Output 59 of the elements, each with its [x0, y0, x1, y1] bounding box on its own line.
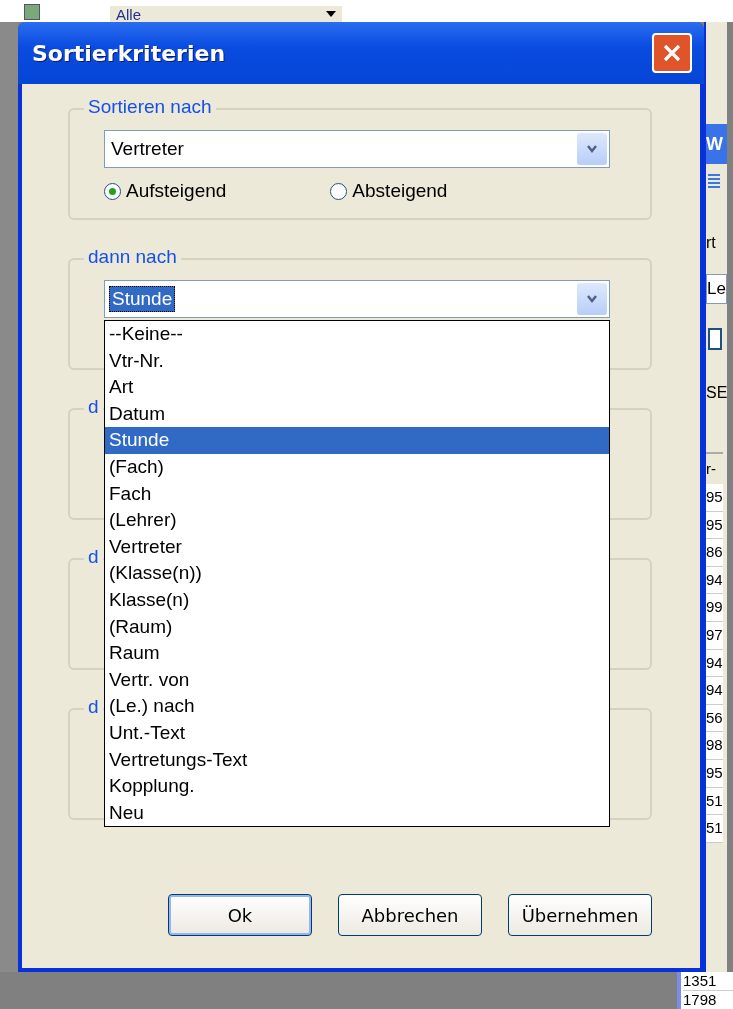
checkbox[interactable]: [708, 328, 722, 350]
close-icon: [661, 42, 683, 64]
radio-label[interactable]: Absteigend: [352, 180, 448, 202]
dropdown-option[interactable]: (Lehrer): [105, 507, 609, 534]
field-label: SE: [706, 384, 727, 402]
dropdown-value: Vertreter: [110, 137, 185, 161]
window-title-bar: W: [706, 124, 727, 164]
dropdown-option[interactable]: Unt.-Text: [105, 719, 609, 747]
table-cell: 51: [706, 815, 723, 843]
close-button[interactable]: [652, 33, 692, 73]
table-cell: 1351: [683, 972, 733, 991]
dropdown-option[interactable]: Fach: [105, 480, 609, 508]
dropdown-option[interactable]: Vertr. von: [105, 666, 609, 694]
dropdown-option[interactable]: Vtr-Nr.: [105, 347, 609, 375]
dropdown-option[interactable]: (Le.) nach: [105, 693, 609, 720]
window-title: Sortierkriterien: [32, 40, 226, 66]
field-label: rt: [706, 234, 716, 252]
table-cell: 95: [706, 484, 723, 512]
chevron-down-icon: [577, 133, 607, 165]
dropdown-option[interactable]: Klasse(n): [105, 586, 609, 614]
list-icon[interactable]: [708, 174, 720, 188]
dialog-button[interactable]: Abbrechen: [338, 894, 482, 936]
table-cell: 95: [706, 759, 723, 788]
sort-field-dropdown[interactable]: Stunde: [104, 280, 610, 318]
dropdown-option[interactable]: (Raum): [105, 613, 609, 641]
table-cell: 1798: [683, 991, 733, 1009]
table-cell: 86: [706, 539, 723, 567]
table-cell: 97: [706, 621, 723, 650]
radio-label[interactable]: Aufsteigend: [126, 180, 227, 202]
dropdown-value: Stunde: [109, 286, 176, 312]
table-cell: 94: [706, 649, 723, 678]
filter-dropdown[interactable]: Alle: [110, 6, 342, 22]
table-cell: 95: [706, 511, 723, 540]
table-cell: 94: [706, 566, 723, 595]
table-cell: 56: [706, 704, 723, 733]
dropdown-option[interactable]: Neu: [105, 799, 609, 827]
radio-button[interactable]: [104, 182, 121, 200]
dropdown-option[interactable]: Kopplung.: [105, 773, 609, 800]
dropdown-option[interactable]: --Keine--: [105, 321, 609, 348]
dialog-button[interactable]: Ok: [168, 894, 312, 936]
text-field[interactable]: Le: [706, 274, 727, 304]
dropdown-option[interactable]: Vertreter: [105, 533, 609, 561]
table-cell: 99: [706, 594, 723, 622]
dropdown-option[interactable]: Vertretungs-Text: [105, 746, 609, 774]
radio-button[interactable]: [330, 182, 348, 200]
sort-field-dropdown[interactable]: Vertreter: [104, 130, 610, 168]
dropdown-option[interactable]: Datum: [105, 400, 609, 428]
toolbar-icon[interactable]: [24, 4, 40, 20]
table-cell: 98: [706, 732, 723, 760]
dropdown-option[interactable]: (Fach): [105, 453, 609, 481]
chevron-down-icon: [577, 283, 607, 315]
dropdown-option[interactable]: Stunde: [105, 427, 609, 454]
dropdown-option[interactable]: Raum: [105, 640, 609, 667]
dropdown-option[interactable]: (Klasse(n)): [105, 560, 609, 587]
dialog-button[interactable]: Übernehmen: [508, 894, 652, 936]
table-cell: 94: [706, 677, 723, 705]
dropdown-option[interactable]: Art: [105, 374, 609, 401]
column-header[interactable]: r-: [706, 454, 723, 484]
table-cell: 51: [706, 787, 723, 816]
